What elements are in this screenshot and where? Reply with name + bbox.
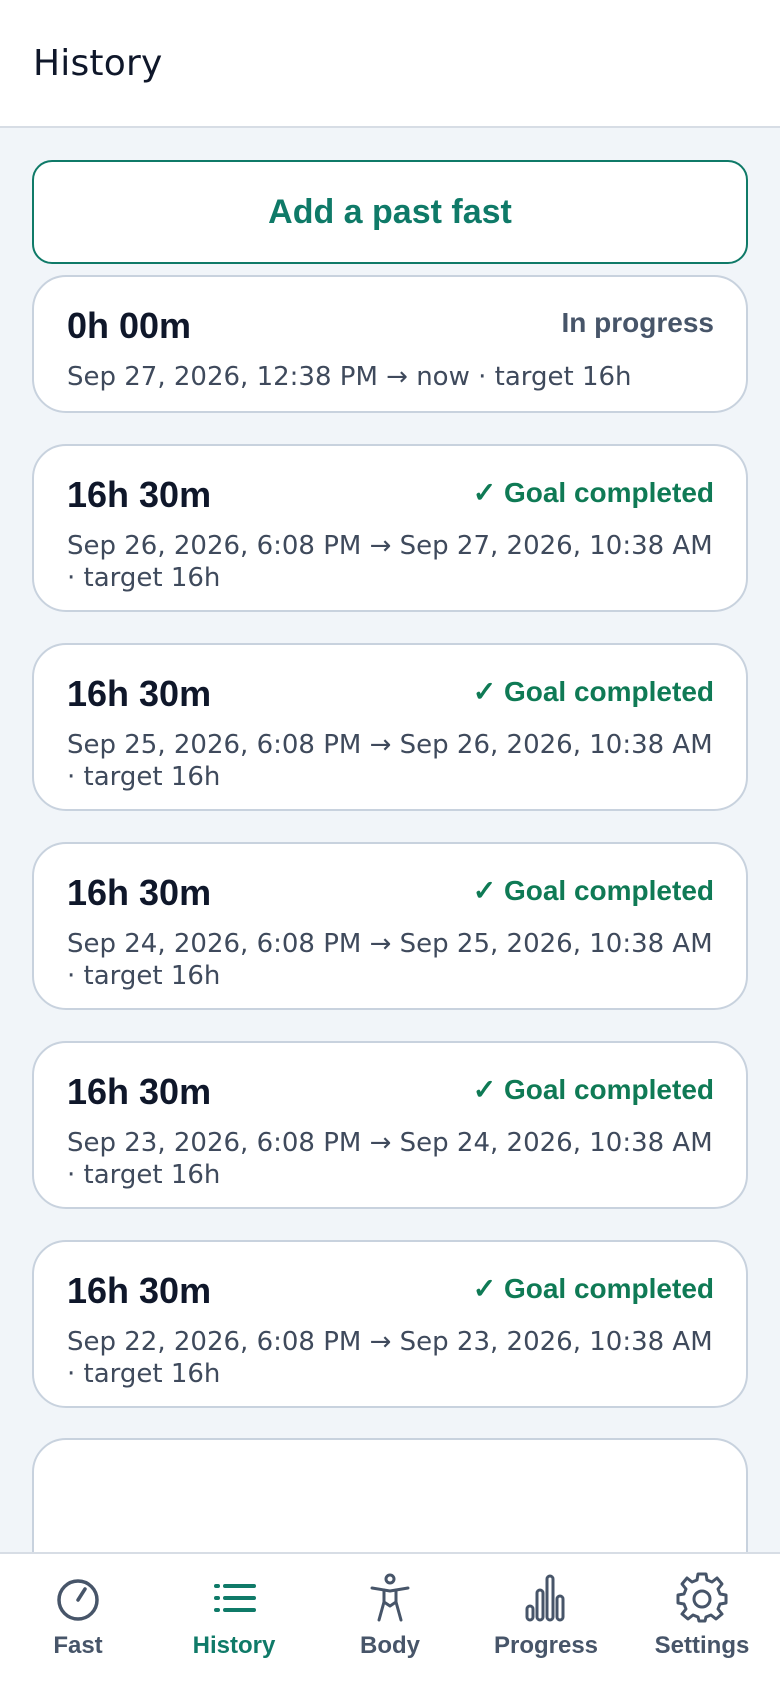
fast-status: ✓ Goal completed [472,1074,714,1105]
app-root: History Add a past fast 0h 00m In progre… [0,0,780,1688]
bottom-navigation: Fast History Body Progress Settings [0,1552,780,1688]
nav-item-fast[interactable]: Fast [0,1554,156,1688]
fast-time-range: Sep 23, 2026, 6:08 PM → Sep 24, 2026, 10… [67,1128,713,1190]
nav-label: History [192,1632,276,1659]
fast-card-partial[interactable] [32,1438,748,1552]
fast-card[interactable]: 16h 30m ✓ Goal completed Sep 26, 2026, 6… [32,444,748,612]
nav-label: Settings [654,1632,750,1659]
nav-label: Fast [53,1632,103,1659]
history-list[interactable]: Add a past fast 0h 00m In progress Sep 2… [0,130,780,1552]
fast-card[interactable]: 16h 30m ✓ Goal completed Sep 22, 2026, 6… [32,1240,748,1408]
fast-duration: 0h 00m [67,305,192,346]
fast-card[interactable]: 16h 30m ✓ Goal completed Sep 25, 2026, 6… [32,643,748,811]
add-past-fast-button[interactable]: Add a past fast [32,160,748,264]
fast-time-range: Sep 25, 2026, 6:08 PM → Sep 26, 2026, 10… [67,730,713,792]
fast-duration: 16h 30m [67,673,212,714]
nav-item-progress[interactable]: Progress [468,1554,624,1688]
fast-duration: 16h 30m [67,872,212,913]
fast-duration: 16h 30m [67,474,212,515]
top-bar: History [0,0,780,128]
fast-status: ✓ Goal completed [472,875,714,906]
nav-item-settings[interactable]: Settings [624,1554,780,1688]
fast-time-range: Sep 26, 2026, 6:08 PM → Sep 27, 2026, 10… [67,531,713,593]
bar-chart-icon [525,1574,565,1622]
fast-time-range: Sep 27, 2026, 12:38 PM → now · target 16… [67,362,632,392]
timer-icon [57,1579,99,1621]
nav-label: Progress [493,1632,599,1659]
nav-item-body[interactable]: Body [312,1554,468,1688]
fast-card[interactable]: 16h 30m ✓ Goal completed Sep 23, 2026, 6… [32,1041,748,1209]
gear-icon [676,1572,728,1623]
fast-time-range: Sep 22, 2026, 6:08 PM → Sep 23, 2026, 10… [67,1327,713,1389]
fast-card[interactable]: 0h 00m In progress Sep 27, 2026, 12:38 P… [32,275,748,413]
fast-time-range: Sep 24, 2026, 6:08 PM → Sep 25, 2026, 10… [67,929,713,991]
nav-item-history[interactable]: History [156,1554,312,1688]
nav-label: Body [360,1632,420,1659]
fast-duration: 16h 30m [67,1071,212,1112]
fast-status: In progress [561,307,714,338]
fast-status: ✓ Goal completed [472,676,714,707]
body-icon [370,1573,410,1622]
fast-status: ✓ Goal completed [472,1273,714,1304]
list-icon [214,1584,256,1612]
fast-duration: 16h 30m [67,1270,212,1311]
page-title: History [33,43,163,84]
fast-card[interactable]: 16h 30m ✓ Goal completed Sep 24, 2026, 6… [32,842,748,1010]
fast-status: ✓ Goal completed [472,477,714,508]
